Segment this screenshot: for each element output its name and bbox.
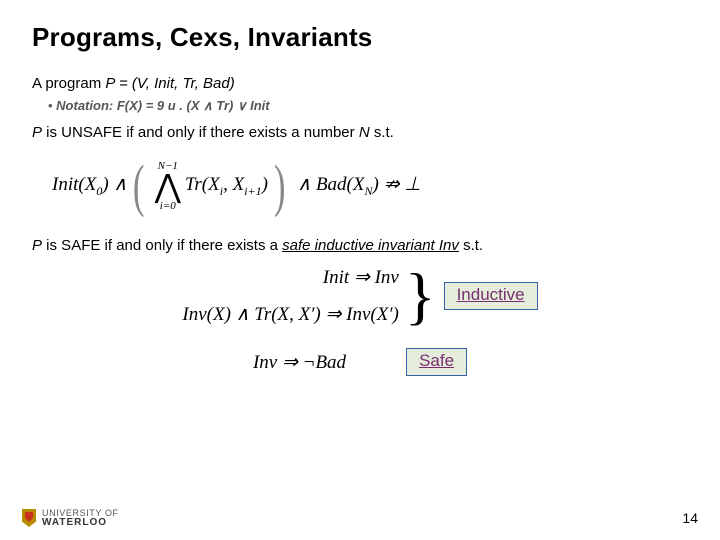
slide: Programs, Cexs, Invariants A program P =…	[0, 0, 720, 540]
safe-row: Inv ⇒ ¬Bad Safe	[32, 348, 688, 376]
inductive-block: Init ⇒ Inv Inv(X) ∧ Tr(X, X′) ⇒ Inv(X′) …	[32, 266, 688, 326]
bigwedge-bot: i=0	[160, 200, 176, 212]
f-bad-txt: ∧ Bad(X	[297, 174, 364, 195]
page-number: 14	[682, 510, 698, 526]
f-init-close: ) ∧	[102, 174, 127, 195]
safe-mid: is SAFE if and only if there exists a	[42, 237, 282, 254]
unsafe-formula: Init(X0) ∧ ( N−1 ⋀ i=0 Tr(Xi, Xi+1) ) ∧ …	[52, 157, 688, 215]
notation-text: Notation: F(X) = 9 u . (X ∧ Tr) ∨ Init	[56, 98, 269, 113]
unsafe-mid: is UNSAFE if and only if there exists a …	[42, 124, 359, 141]
safe-em: safe inductive invariant	[282, 237, 435, 254]
logo-text: UNIVERSITY OF WATERLOO	[42, 508, 119, 528]
f-tr-i1: i+1	[244, 183, 261, 197]
inductive-tag: Inductive	[444, 282, 538, 310]
university-logo: UNIVERSITY OF WATERLOO	[22, 508, 119, 528]
rparen: )	[273, 157, 287, 215]
safe-inv: Inv	[435, 237, 459, 254]
f-tr-txt: Tr(X	[185, 174, 220, 195]
notation-line: Notation: F(X) = 9 u . (X ∧ Tr) ∨ Init	[48, 98, 688, 114]
bigwedge-symbol: ⋀	[155, 172, 181, 200]
f-bad: ∧ Bad(XN) ⇏ ⊥	[297, 173, 421, 199]
bigwedge-group: ( N−1 ⋀ i=0 Tr(Xi, Xi+1) )	[127, 157, 291, 215]
f-bad-N: N	[365, 184, 373, 198]
bigwedge-icon: N−1 ⋀ i=0	[155, 160, 181, 212]
inductive-formulas: Init ⇒ Inv Inv(X) ∧ Tr(X, X′) ⇒ Inv(X′)	[182, 266, 398, 326]
unsafe-P: P	[32, 124, 42, 141]
ind-line2: Inv(X) ∧ Tr(X, X′) ⇒ Inv(X′)	[182, 303, 398, 326]
ind-line1: Init ⇒ Inv	[323, 266, 399, 289]
safe-P: P	[32, 237, 42, 254]
crest-icon	[22, 509, 36, 527]
lparen: (	[132, 157, 146, 215]
unsafe-N: N	[359, 124, 370, 141]
safe-formula: Inv ⇒ ¬Bad	[253, 351, 346, 374]
def-pre: A program	[32, 75, 105, 92]
unsafe-post: s.t.	[370, 124, 394, 141]
right-brace-icon: }	[405, 269, 436, 323]
f-bad-close: ) ⇏ ⊥	[373, 174, 421, 195]
safe-line: P is SAFE if and only if there exists a …	[32, 237, 688, 254]
f-init: Init(X0) ∧	[52, 173, 127, 199]
f-tr-mid: , X	[223, 174, 244, 195]
f-tr: Tr(Xi, Xi+1)	[185, 174, 268, 199]
safe-tag: Safe	[406, 348, 467, 376]
logo-bottom: WATERLOO	[42, 518, 119, 528]
unsafe-line: P is UNSAFE if and only if there exists …	[32, 124, 688, 141]
slide-title: Programs, Cexs, Invariants	[32, 22, 688, 53]
def-expr: P = (V, Init, Tr, Bad)	[105, 75, 234, 92]
safe-post: s.t.	[459, 237, 483, 254]
program-def: A program P = (V, Init, Tr, Bad)	[32, 75, 688, 92]
f-init-txt: Init(X	[52, 174, 96, 195]
f-tr-close: )	[262, 174, 268, 195]
